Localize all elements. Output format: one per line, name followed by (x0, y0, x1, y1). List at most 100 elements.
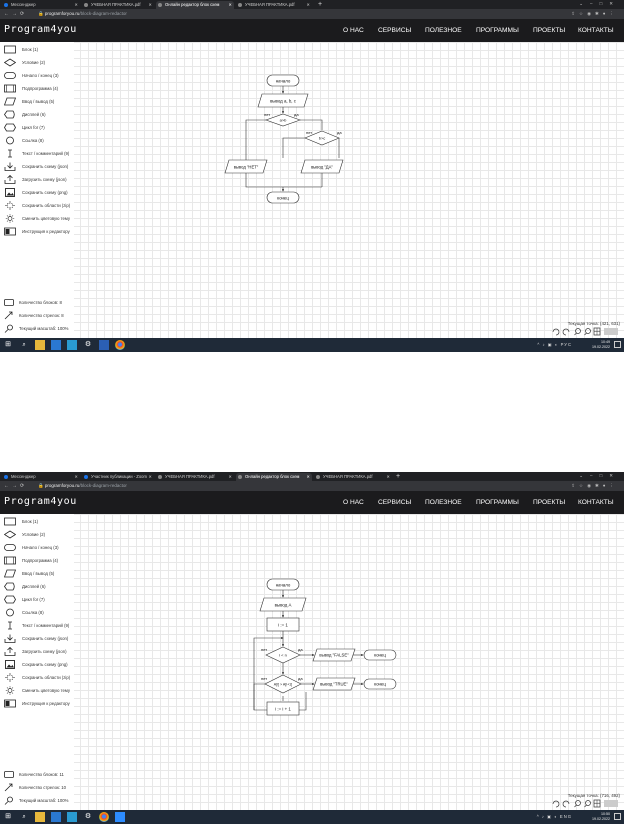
tool-condition[interactable]: Условие (2) (4, 529, 76, 539)
chrome-icon[interactable] (99, 812, 109, 822)
magnifier-icon (4, 324, 13, 333)
word-icon[interactable] (99, 340, 109, 350)
tool-area[interactable]: Сохранить области (zip) (4, 672, 76, 682)
io-block-input[interactable]: вывод a, b, c (257, 93, 309, 108)
subprogram-icon (4, 84, 16, 92)
system-tray[interactable]: ^ ♪ ▣ ◐ ENG (537, 810, 572, 824)
terminator-start[interactable]: начало (266, 74, 300, 87)
clock[interactable]: 10:49 19.02.2022 (592, 340, 610, 350)
grid-icon[interactable] (593, 327, 601, 336)
notifications-icon[interactable] (614, 813, 621, 820)
io-block-input[interactable]: вывод A (259, 597, 307, 612)
tool-area[interactable]: Сохранить области (zip) (4, 200, 76, 210)
tool-loop[interactable]: Цикл for (7) (4, 122, 76, 132)
redo-icon[interactable] (562, 800, 570, 808)
tool-terminator[interactable]: Начало / конец (3) (4, 542, 76, 552)
tool-manual[interactable]: Инструкция к редактору (4, 698, 76, 708)
file-explorer-icon[interactable] (35, 340, 45, 350)
tool-label: Сохранить схему (json) (22, 163, 69, 169)
redo-icon[interactable] (562, 328, 570, 336)
tool-terminator[interactable]: Начало / конец (3) (4, 70, 76, 80)
settings-icon[interactable]: ⚙ (83, 340, 93, 350)
tool-loop[interactable]: Цикл for (7) (4, 594, 76, 604)
tool-io[interactable]: Ввод / вывод (5) (4, 96, 76, 106)
mail-icon[interactable] (51, 340, 61, 350)
grid-icon[interactable] (593, 799, 601, 808)
notifications-icon[interactable] (614, 341, 621, 348)
condition-loop[interactable]: i < n (265, 646, 301, 664)
tool-theme[interactable]: Сменить цветовую тему (4, 213, 76, 223)
terminator-end-2[interactable]: конец (363, 678, 397, 690)
tool-download[interactable]: Сохранить схему (json) (4, 161, 76, 171)
settings-icon[interactable]: ⚙ (83, 812, 93, 822)
tool-upload[interactable]: Загрузить схему (json) (4, 646, 76, 656)
tool-label: Сохранить области (zip) (22, 202, 71, 208)
io-block-true[interactable]: вывод "TRUE" (312, 677, 356, 691)
tool-link[interactable]: Ссылка (8) (4, 135, 76, 145)
store-icon[interactable] (67, 340, 77, 350)
tool-display[interactable]: Дисплей (6) (4, 109, 76, 119)
tool-theme[interactable]: Сменить цветовую тему (4, 685, 76, 695)
terminator-end-1[interactable]: конец (363, 649, 397, 661)
tool-display[interactable]: Дисплей (6) (4, 581, 76, 591)
branch-label-no: нет (261, 647, 267, 652)
file-explorer-icon[interactable] (35, 812, 45, 822)
blocks-count: Количество блоков: 8 (4, 297, 84, 307)
tool-manual[interactable]: Инструкция к редактору (4, 226, 76, 236)
io-icon (4, 569, 16, 577)
tool-upload[interactable]: Загрузить схему (json) (4, 174, 76, 184)
block-text: вывод "TRUE" (320, 682, 348, 687)
fit-button[interactable] (604, 328, 618, 335)
block-icon (4, 45, 16, 53)
tool-condition[interactable]: Условие (2) (4, 57, 76, 67)
undo-icon[interactable] (552, 800, 560, 808)
tool-image[interactable]: Сохранить схему (png) (4, 187, 76, 197)
system-tray[interactable]: ^ ♪ ▣ ◐ РУС (537, 338, 572, 352)
io-block-no[interactable]: вывод "НЕТ" (224, 159, 268, 174)
fit-button[interactable] (604, 800, 618, 807)
condition-compare[interactable]: A[i] > A[i+1] (264, 674, 302, 694)
zoom-out-icon[interactable] (574, 328, 581, 336)
process-increment[interactable]: i := i + 1 (266, 701, 300, 716)
tool-block[interactable]: Блок (1) (4, 44, 76, 54)
tool-link[interactable]: Ссылка (8) (4, 607, 76, 617)
terminator-end[interactable]: конец (266, 191, 300, 204)
image-icon (5, 659, 15, 669)
search-icon[interactable]: ⌕ (19, 340, 29, 350)
search-icon[interactable]: ⌕ (19, 812, 29, 822)
io-block-yes[interactable]: вывод "ДА" (300, 159, 344, 174)
tool-subprogram[interactable]: Подпрограмма (4) (4, 83, 76, 93)
chrome-icon[interactable] (115, 340, 125, 350)
tool-io[interactable]: Ввод / вывод (5) (4, 568, 76, 578)
process-init[interactable]: i := 1 (266, 617, 300, 632)
block-text: начало (276, 79, 291, 84)
zoom-out-icon[interactable] (574, 800, 581, 808)
terminator-start[interactable]: начало (266, 578, 300, 591)
tool-image[interactable]: Сохранить схему (png) (4, 659, 76, 669)
zoom-app-icon[interactable] (115, 812, 125, 822)
windows-start-icon[interactable]: ⊞ (3, 340, 13, 350)
display-icon (4, 582, 15, 590)
zoom-in-icon[interactable] (584, 328, 591, 336)
lang-indicator[interactable]: ENG (560, 814, 572, 819)
tool-download[interactable]: Сохранить схему (json) (4, 633, 76, 643)
undo-icon[interactable] (552, 328, 560, 336)
mail-icon[interactable] (51, 812, 61, 822)
tool-label: Инструкция к редактору (22, 228, 70, 234)
arrow-icon (4, 783, 13, 791)
manual-icon (4, 227, 16, 235)
tool-subprogram[interactable]: Подпрограмма (4) (4, 555, 76, 565)
tool-text[interactable]: Текст / комментарий (9) (4, 148, 76, 158)
tool-block[interactable]: Блок (1) (4, 516, 76, 526)
branch-label-yes: да (298, 676, 303, 681)
zoom-in-icon[interactable] (584, 800, 591, 808)
lang-indicator[interactable]: РУС (561, 342, 572, 347)
windows-start-icon[interactable]: ⊞ (3, 812, 13, 822)
block-text: вывод "ДА" (311, 165, 333, 170)
tool-text[interactable]: Текст / комментарий (9) (4, 620, 76, 630)
tool-label: Блок (1) (22, 518, 39, 524)
image-icon (5, 187, 15, 197)
clock[interactable]: 10:50 19.02.2022 (592, 812, 610, 822)
io-block-false[interactable]: вывод "FALSE" (312, 648, 356, 662)
store-icon[interactable] (67, 812, 77, 822)
